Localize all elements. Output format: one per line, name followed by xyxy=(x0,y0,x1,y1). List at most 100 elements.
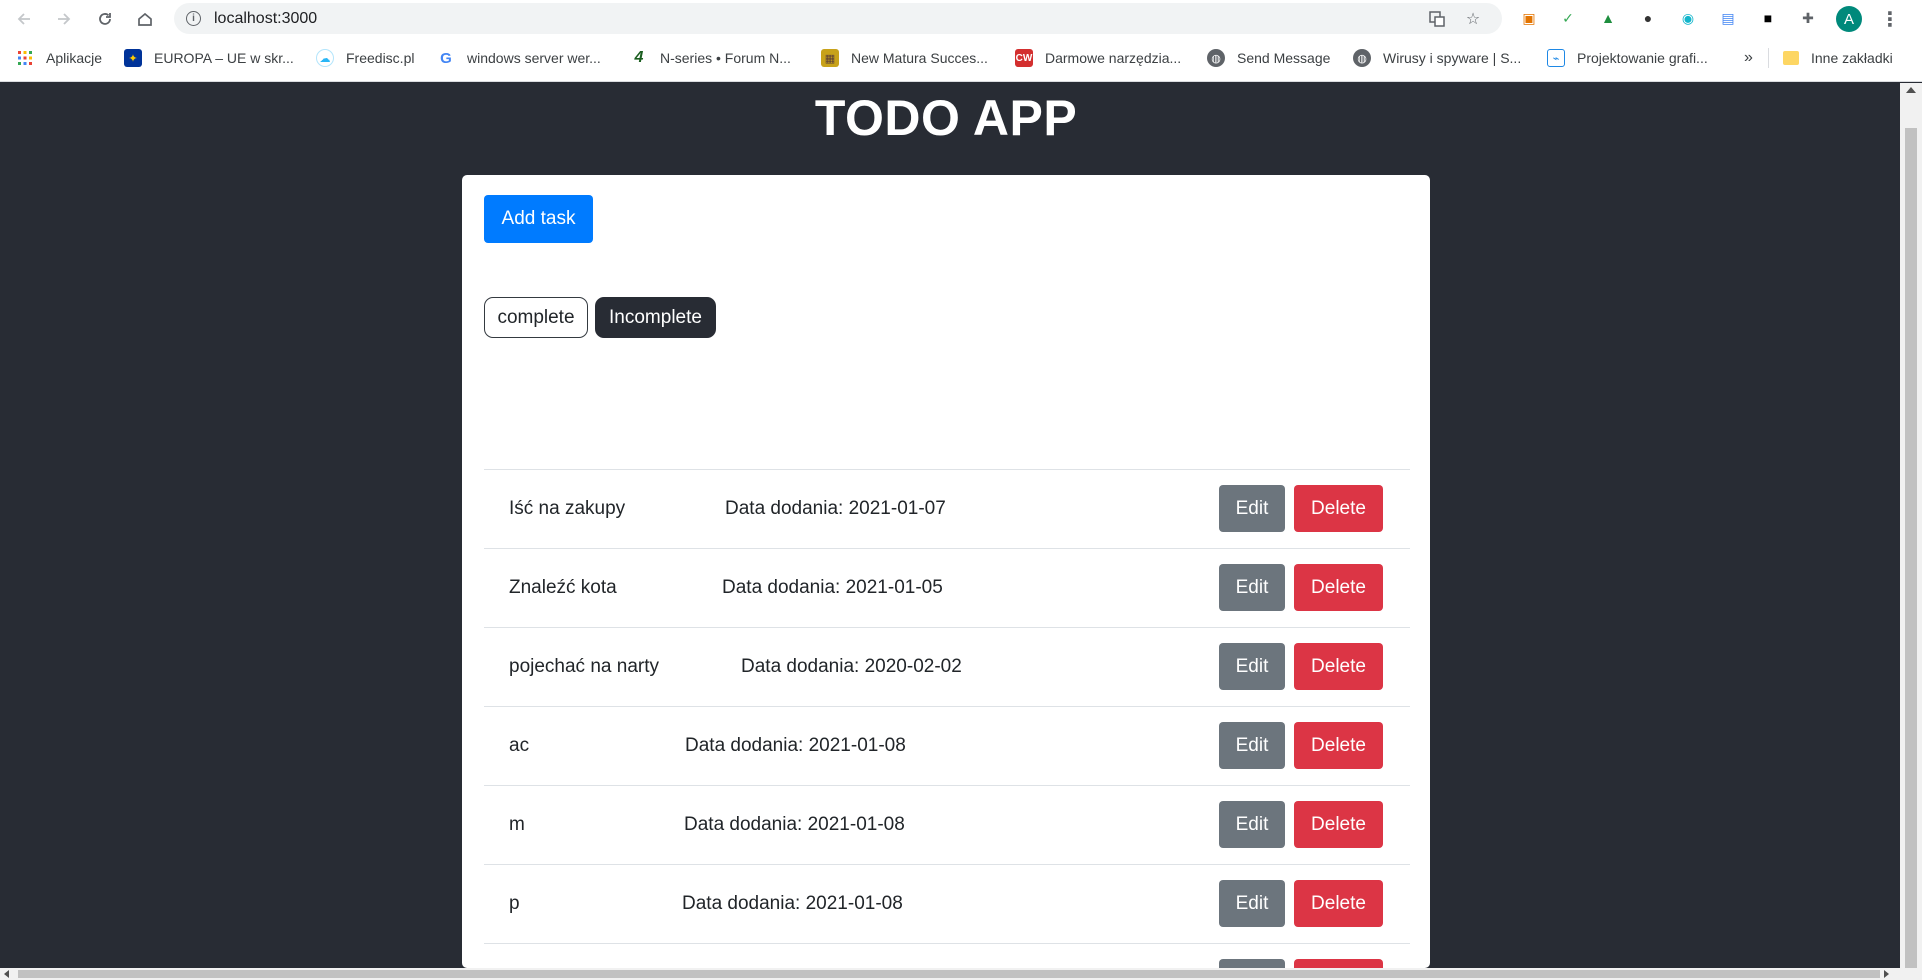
task-name: Znaleźć kota xyxy=(509,577,617,598)
delete-button[interactable]: Delete xyxy=(1294,722,1383,769)
bookmark-send-message[interactable]: ◍ Send Message xyxy=(1207,44,1330,72)
globe-icon: ◍ xyxy=(1207,49,1225,67)
bookmark-label: windows server wer... xyxy=(467,50,601,66)
bookmark-other-folder[interactable]: Inne zakładki xyxy=(1783,44,1893,72)
translate-icon[interactable] xyxy=(1428,10,1446,28)
delete-button[interactable]: Delete xyxy=(1294,959,1383,968)
design-icon: ⌁ xyxy=(1547,49,1565,67)
extension-chart-icon[interactable]: ▲ xyxy=(1598,8,1618,28)
task-date: Data dodania: 2021-01-05 xyxy=(722,577,943,598)
browser-menu-icon[interactable]: ⋮ xyxy=(1880,6,1900,32)
add-task-button[interactable]: Add task xyxy=(484,195,593,243)
cw-icon: CW xyxy=(1015,49,1033,67)
horizontal-scrollbar-thumb[interactable] xyxy=(18,970,1880,978)
edit-button[interactable]: Edit xyxy=(1219,801,1285,848)
scroll-right-arrow-icon[interactable] xyxy=(1884,970,1889,978)
task-name: p xyxy=(509,893,520,914)
browser-toolbar: i localhost:3000 ☆ ▣ ✓ ▲ ● ◉ ▤ ■ ✚ A ⋮ xyxy=(0,0,1922,37)
filter-complete-button[interactable]: complete xyxy=(484,297,588,338)
bookmark-star-icon[interactable]: ☆ xyxy=(1464,10,1482,28)
task-name: ac xyxy=(509,735,530,756)
extensions-puzzle-icon[interactable]: ✚ xyxy=(1798,8,1818,28)
task-date: Data dodania: 2021-01-08 xyxy=(684,814,905,835)
google-icon: G xyxy=(440,49,452,67)
bookmark-freedisc[interactable]: ☁ Freedisc.pl xyxy=(316,44,414,72)
edit-button[interactable]: Edit xyxy=(1219,643,1285,690)
bookmark-darmowe[interactable]: CW Darmowe narzędzia... xyxy=(1015,44,1181,72)
edit-button[interactable]: Edit xyxy=(1219,959,1285,968)
book-icon: ▦ xyxy=(821,49,839,67)
task-row: pojechać na narty Data dodania: 2020-02-0… xyxy=(484,627,1410,706)
edit-button[interactable]: Edit xyxy=(1219,564,1285,611)
filter-incomplete-button[interactable]: Incomplete xyxy=(595,297,716,338)
bookmark-label: Inne zakładki xyxy=(1811,50,1893,66)
task-date: Data dodania: 2021-01-08 xyxy=(682,893,903,914)
bookmarks-bar: Aplikacje ✦ EUROPA – UE w skr... ☁ Freed… xyxy=(0,44,1922,72)
delete-button[interactable]: Delete xyxy=(1294,564,1383,611)
forward-arrow-icon[interactable] xyxy=(49,4,79,34)
task-date: Data dodania: 2020-02-02 xyxy=(741,656,962,677)
bookmark-label: Freedisc.pl xyxy=(346,50,415,66)
address-bar[interactable]: i localhost:3000 ☆ xyxy=(174,3,1502,34)
task-row: Znaleźć kota Data dodania: 2021-01-05 Edit… xyxy=(484,548,1410,627)
edit-button[interactable]: Edit xyxy=(1219,722,1285,769)
delete-button[interactable]: Delete xyxy=(1294,643,1383,690)
task-name: pojechać na narty xyxy=(509,656,659,677)
task-name: m xyxy=(509,814,525,835)
bookmark-new-matura[interactable]: ▦ New Matura Succes... xyxy=(821,44,988,72)
bookmark-projektowanie[interactable]: ⌁ Projektowanie grafi... xyxy=(1547,44,1708,72)
bookmark-label: Send Message xyxy=(1237,50,1331,66)
cloud-icon: ☁ xyxy=(316,49,334,67)
extension-check-icon[interactable]: ✓ xyxy=(1558,8,1578,28)
delete-button[interactable]: Delete xyxy=(1294,801,1383,848)
browser-chrome: i localhost:3000 ☆ ▣ ✓ ▲ ● ◉ ▤ ■ ✚ A ⋮ A… xyxy=(0,0,1922,82)
task-date: Data dodania: 2021-01-08 xyxy=(685,735,906,756)
profile-avatar[interactable]: A xyxy=(1836,6,1862,32)
url-text: localhost:3000 xyxy=(214,10,318,27)
task-row: p Data dodania: 2021-01-08 Edit Delete xyxy=(484,864,1410,943)
task-row: qData dodania: 2021-01-08EditDelete xyxy=(484,943,1410,968)
vertical-scrollbar-thumb[interactable] xyxy=(1905,128,1917,968)
page-viewport: TODO APP Add task complete Incomplete Iś… xyxy=(0,83,1900,968)
scroll-left-arrow-icon[interactable] xyxy=(4,970,9,978)
bookmarks-overflow-button[interactable]: » xyxy=(1744,44,1753,72)
extension-grammar-icon[interactable]: ◉ xyxy=(1678,8,1698,28)
task-date: Data dodania: 2021-01-07 xyxy=(725,498,946,519)
scroll-up-arrow-icon[interactable] xyxy=(1906,87,1916,93)
task-row: ac Data dodania: 2021-01-08 Edit Delete xyxy=(484,706,1410,785)
delete-button[interactable]: Delete xyxy=(1294,880,1383,927)
bookmark-label: N-series • Forum N... xyxy=(660,50,791,66)
bookmark-label: Wirusy i spyware | S... xyxy=(1383,50,1522,66)
back-arrow-icon[interactable] xyxy=(9,4,39,34)
extension-window-icon[interactable]: ▤ xyxy=(1718,8,1738,28)
extension-glasses-icon[interactable]: ● xyxy=(1638,8,1658,28)
task-row: m Data dodania: 2021-01-08 Edit Delete xyxy=(484,785,1410,864)
reload-icon[interactable] xyxy=(90,4,120,34)
edit-button[interactable]: Edit xyxy=(1219,485,1285,532)
site-info-icon[interactable]: i xyxy=(186,11,201,26)
eu-flag-icon: ✦ xyxy=(124,49,142,67)
vertical-scrollbar[interactable] xyxy=(1900,83,1922,968)
horizontal-scrollbar[interactable] xyxy=(0,968,1922,980)
task-name: Iść na zakupy xyxy=(509,498,626,519)
bookmark-europa[interactable]: ✦ EUROPA – UE w skr... xyxy=(124,44,294,72)
extension-cast-icon[interactable]: ▣ xyxy=(1519,8,1539,28)
todo-card: Add task complete Incomplete Iść na zaku… xyxy=(462,175,1430,968)
task-row: Iść na zakupy Data dodania: 2021-01-07 Edi… xyxy=(484,469,1410,548)
page-title: TODO APP xyxy=(814,90,1078,146)
bookmark-windows-server[interactable]: G windows server wer... xyxy=(437,44,601,72)
home-icon[interactable] xyxy=(130,4,160,34)
extension-tab-icon[interactable]: ■ xyxy=(1758,8,1778,28)
bookmark-n-series[interactable]: 4 N-series • Forum N... xyxy=(630,44,791,72)
globe-icon: ◍ xyxy=(1353,49,1371,67)
edit-button[interactable]: Edit xyxy=(1219,880,1285,927)
bookmark-label: Aplikacje xyxy=(46,50,103,66)
bookmark-aplikacje[interactable]: Aplikacje xyxy=(16,44,102,72)
delete-button[interactable]: Delete xyxy=(1294,485,1383,532)
bookmark-label: Darmowe narzędzia... xyxy=(1045,50,1182,66)
bookmark-wirusy[interactable]: ◍ Wirusy i spyware | S... xyxy=(1353,44,1521,72)
bookmark-label: EUROPA – UE w skr... xyxy=(154,50,294,66)
apps-grid-icon xyxy=(16,49,34,67)
folder-icon xyxy=(1783,51,1799,65)
bookmark-label: New Matura Succes... xyxy=(851,50,988,66)
